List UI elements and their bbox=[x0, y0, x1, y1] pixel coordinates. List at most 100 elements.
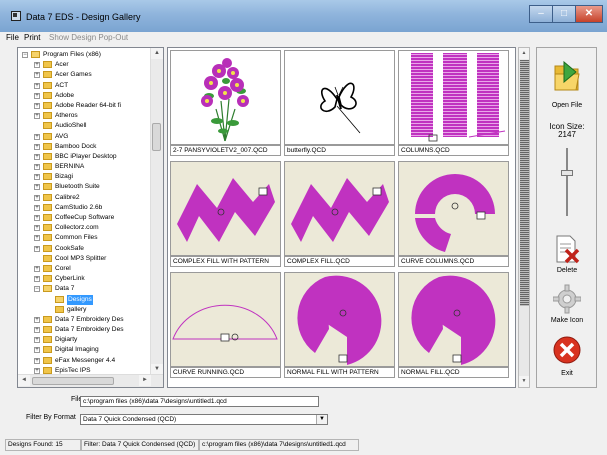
tree-item[interactable]: − Data 7 bbox=[18, 284, 146, 294]
design-thumbnail[interactable] bbox=[170, 50, 281, 145]
design-thumbnail[interactable] bbox=[398, 272, 509, 367]
gallery-scroll-down-button[interactable]: ▼ bbox=[519, 376, 529, 387]
make-icon-button[interactable]: Make Icon bbox=[543, 284, 591, 328]
design-tile[interactable]: butterfly.QCD bbox=[284, 50, 395, 159]
expand-icon[interactable]: + bbox=[34, 194, 40, 201]
design-tile[interactable]: NORMAL FILL WITH PATTERN bbox=[284, 272, 395, 381]
gallery-scrollbar[interactable]: ▲ ▼ bbox=[518, 47, 530, 388]
tree-item[interactable]: + Corel bbox=[18, 264, 146, 274]
slider-thumb[interactable] bbox=[561, 170, 573, 176]
design-thumbnail[interactable] bbox=[284, 272, 395, 367]
expand-icon[interactable]: + bbox=[34, 143, 40, 150]
filter-format-dropdown[interactable]: Data 7 Quick Condensed (QCD) ▼ bbox=[80, 414, 328, 425]
tree-item[interactable]: + CoffeeCup Software bbox=[18, 213, 146, 223]
tree-item[interactable]: Cool MP3 Splitter bbox=[18, 254, 146, 264]
gallery-scroll-thumb[interactable] bbox=[520, 60, 529, 306]
expand-icon[interactable]: + bbox=[34, 316, 40, 323]
expand-icon[interactable]: + bbox=[34, 337, 40, 344]
tree-scroll-left-button[interactable]: ◄ bbox=[18, 375, 30, 386]
design-tile[interactable]: COMPLEX FILL.QCD bbox=[284, 161, 395, 270]
tree-item[interactable]: + eFax Messenger 4.4 bbox=[18, 356, 146, 366]
expand-icon[interactable]: + bbox=[34, 184, 40, 191]
tree-item[interactable]: + Bamboo Dock bbox=[18, 142, 146, 152]
design-tile[interactable]: NORMAL FILL.QCD bbox=[398, 272, 509, 381]
expand-icon[interactable]: + bbox=[34, 215, 40, 221]
tree-scroll-right-button[interactable]: ► bbox=[139, 375, 151, 386]
expand-icon[interactable]: + bbox=[34, 276, 40, 283]
tree-hscroll-thumb[interactable] bbox=[32, 377, 114, 385]
tree-item[interactable]: AudioShell bbox=[18, 121, 146, 131]
expand-icon[interactable]: + bbox=[34, 164, 40, 171]
tree-item[interactable]: + BBC iPlayer Desktop bbox=[18, 152, 146, 162]
design-tile[interactable]: COMPLEX FILL WITH PATTERN bbox=[170, 161, 281, 270]
tree-item[interactable]: − Program Files (x86) bbox=[18, 50, 146, 60]
tree-item[interactable]: + CookSafe bbox=[18, 244, 146, 254]
tree-item[interactable]: + Adobe bbox=[18, 91, 146, 101]
design-tile[interactable]: CURVE RUNNING.QCD bbox=[170, 272, 281, 381]
tree-item[interactable]: + ACT bbox=[18, 81, 146, 91]
expand-icon[interactable]: + bbox=[34, 225, 40, 232]
tree-item[interactable]: + Adobe Reader 64-bit fi bbox=[18, 101, 146, 111]
chevron-down-icon[interactable]: ▼ bbox=[316, 415, 327, 424]
tree-item[interactable]: Designs bbox=[18, 294, 146, 305]
design-tile[interactable]: CURVE COLUMNS.QCD bbox=[398, 161, 509, 270]
close-button[interactable]: ✕ bbox=[575, 5, 603, 23]
folder-tree-vertical-scrollbar[interactable]: ▲ ▼ bbox=[150, 48, 163, 375]
tree-item[interactable]: + Bluetooth Suite bbox=[18, 182, 146, 192]
app-icon[interactable] bbox=[11, 11, 21, 21]
expand-icon[interactable]: + bbox=[34, 327, 40, 334]
expand-icon[interactable]: + bbox=[34, 82, 40, 89]
tree-item[interactable]: + Data 7 Embroidery Des bbox=[18, 315, 146, 325]
tree-item[interactable]: + Bizagi bbox=[18, 172, 146, 182]
tree-item[interactable]: + Common Files bbox=[18, 233, 146, 243]
design-thumbnail[interactable] bbox=[284, 161, 395, 256]
expand-icon[interactable]: + bbox=[34, 357, 40, 364]
design-thumbnail[interactable] bbox=[398, 161, 509, 256]
design-thumbnail[interactable] bbox=[398, 50, 509, 145]
tree-item[interactable]: + Acer bbox=[18, 60, 146, 70]
expand-icon[interactable]: + bbox=[34, 265, 40, 272]
design-thumbnail[interactable] bbox=[170, 272, 281, 367]
tree-item[interactable]: + Digiarty bbox=[18, 335, 146, 345]
expand-icon[interactable]: + bbox=[34, 367, 40, 374]
tree-item[interactable]: + CamStudio 2.6b bbox=[18, 203, 146, 213]
expand-icon[interactable]: + bbox=[34, 72, 40, 79]
expand-icon[interactable]: + bbox=[34, 133, 40, 140]
expand-icon[interactable]: + bbox=[34, 347, 40, 354]
icon-size-slider[interactable] bbox=[561, 148, 573, 216]
design-thumbnail[interactable] bbox=[170, 161, 281, 256]
expand-icon[interactable]: + bbox=[34, 235, 40, 242]
tree-item[interactable]: + Calibre2 bbox=[18, 193, 146, 203]
expand-icon[interactable]: + bbox=[34, 153, 40, 160]
tree-scroll-thumb[interactable] bbox=[152, 123, 161, 151]
tree-item[interactable]: + Acer Games bbox=[18, 70, 146, 80]
tree-item[interactable]: + AVG bbox=[18, 132, 146, 142]
expand-icon[interactable]: + bbox=[34, 62, 40, 69]
menu-file[interactable]: File bbox=[6, 33, 19, 42]
expand-icon[interactable]: + bbox=[34, 92, 40, 99]
open-file-button[interactable]: Open File bbox=[543, 58, 591, 114]
design-tile[interactable]: COLUMNS.QCD bbox=[398, 50, 509, 159]
tree-item[interactable]: gallery bbox=[18, 305, 146, 315]
tree-item[interactable]: + CyberLink bbox=[18, 274, 146, 284]
file-path-field[interactable]: c:\program files (x86)\data 7\designs\un… bbox=[80, 396, 319, 407]
design-thumbnail[interactable] bbox=[284, 50, 395, 145]
exit-button[interactable]: Exit bbox=[543, 336, 591, 382]
tree-item[interactable]: + Data 7 Embroidery Des bbox=[18, 325, 146, 335]
maximize-button[interactable]: □ bbox=[552, 5, 576, 23]
menu-print[interactable]: Print bbox=[24, 33, 40, 42]
tree-item[interactable]: + Atheros bbox=[18, 111, 146, 121]
expand-icon[interactable]: + bbox=[34, 174, 40, 181]
menu-show-design-popout[interactable]: Show Design Pop-Out bbox=[49, 33, 128, 42]
delete-button[interactable]: Delete bbox=[543, 234, 591, 278]
collapse-icon[interactable]: − bbox=[22, 52, 28, 58]
tree-scroll-up-button[interactable]: ▲ bbox=[151, 48, 163, 59]
minimize-button[interactable]: – bbox=[529, 5, 553, 23]
tree-item[interactable]: + Collectorz.com bbox=[18, 223, 146, 233]
expand-icon[interactable]: + bbox=[34, 113, 40, 120]
collapse-icon[interactable]: − bbox=[34, 286, 40, 293]
folder-tree-horizontal-scrollbar[interactable]: ◄ ► bbox=[18, 374, 163, 387]
folder-tree[interactable]: − Program Files (x86) + Acer + Acer Games + ACT… bbox=[17, 47, 164, 388]
design-tile[interactable]: 2-7 PANSYVIOLETV2_007.QCD bbox=[170, 50, 281, 159]
expand-icon[interactable]: + bbox=[34, 204, 40, 211]
